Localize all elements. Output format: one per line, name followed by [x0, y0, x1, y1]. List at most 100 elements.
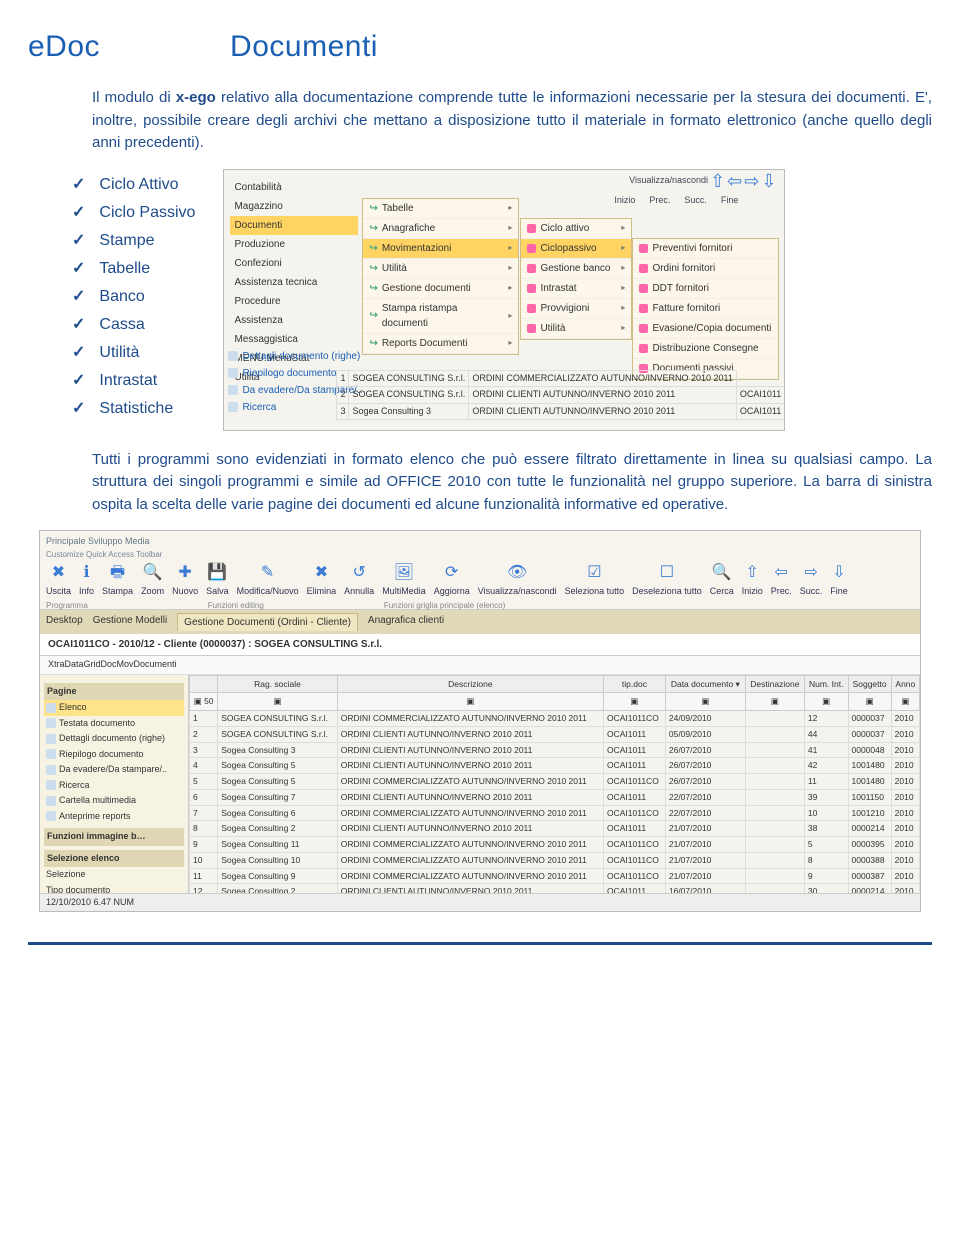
document-tabbar[interactable]: Desktop Gestione Modelli Gestione Document…: [40, 610, 920, 634]
sidebar-item[interactable]: Da evadere/Da stampare/..: [44, 762, 184, 778]
nav-inizio-icon[interactable]: ⇧: [710, 174, 725, 188]
ribbon-button[interactable]: 🖶Stampa: [102, 561, 133, 599]
submenu-item[interactable]: ↪Tabelle: [363, 199, 518, 219]
menu-item[interactable]: Confezioni: [230, 254, 358, 273]
sidebar-item[interactable]: Cartella multimedia: [44, 793, 184, 809]
table-row[interactable]: 8Sogea Consulting 2ORDINI CLIENTI AUTUNN…: [190, 821, 920, 837]
submenu-item[interactable]: DDT fornitori: [633, 279, 778, 299]
column-header[interactable]: Num. Int.: [804, 675, 848, 693]
ribbon-button[interactable]: 🔍Zoom: [141, 561, 164, 599]
table-row[interactable]: 7Sogea Consulting 6ORDINI COMMERCIALIZZA…: [190, 805, 920, 821]
submenu-item[interactable]: Fatture fornitori: [633, 299, 778, 319]
ribbon[interactable]: Principale Sviluppo Media Customize Quic…: [40, 531, 920, 610]
ribbon-button[interactable]: ✚Nuovo: [172, 561, 198, 599]
submenu-item[interactable]: Ordini fornitori: [633, 259, 778, 279]
menu-item[interactable]: Contabilità: [230, 178, 358, 197]
column-header[interactable]: Destinazione: [745, 675, 804, 693]
table-row[interactable]: 11Sogea Consulting 9ORDINI COMMERCIALIZZ…: [190, 868, 920, 884]
tab[interactable]: Gestione Documenti (Ordini - Cliente): [177, 613, 358, 631]
ribbon-button[interactable]: ✖Elimina: [307, 561, 337, 599]
menu-item[interactable]: Magazzino: [230, 197, 358, 216]
submenu-item[interactable]: Evasione/Copia documenti: [633, 319, 778, 339]
ribbon-button[interactable]: ☐Deseleziona tutto: [632, 561, 702, 599]
ribbon-tools[interactable]: ✖UscitaℹInfo🖶Stampa🔍Zoom✚Nuovo💾Salva✎Mod…: [46, 561, 914, 599]
grid-filter-row[interactable]: ▣ 50▣▣▣▣▣▣▣▣: [190, 693, 920, 711]
ribbon-button[interactable]: 🔍Cerca: [710, 561, 734, 599]
table-row[interactable]: 2SOGEA CONSULTING S.r.l.ORDINI CLIENTI A…: [190, 726, 920, 742]
filter-cell[interactable]: ▣: [745, 693, 804, 711]
column-header[interactable]: Soggetto: [848, 675, 891, 693]
submenu-3[interactable]: Preventivi fornitoriOrdini fornitoriDDT …: [632, 238, 779, 380]
menu-item[interactable]: Procedure: [230, 292, 358, 311]
menu-item[interactable]: Documenti: [230, 216, 358, 235]
filter-cell[interactable]: ▣: [848, 693, 891, 711]
column-header[interactable]: Rag. sociale: [218, 675, 338, 693]
sidebar-pages[interactable]: PagineElencoTestata documentoDettagli do…: [40, 675, 189, 913]
ribbon-tabs[interactable]: Principale Sviluppo Media: [46, 535, 914, 549]
submenu-item[interactable]: Distribuzione Consegne: [633, 339, 778, 359]
filter-cell[interactable]: ▣: [337, 693, 603, 711]
ribbon-button[interactable]: ↺Annulla: [344, 561, 374, 599]
table-row[interactable]: 4Sogea Consulting 5ORDINI CLIENTI AUTUNN…: [190, 758, 920, 774]
nav-succ-icon[interactable]: ⇨: [744, 174, 759, 188]
column-header[interactable]: [190, 675, 218, 693]
submenu-1[interactable]: ↪Tabelle↪Anagrafiche↪Movimentazioni↪Util…: [362, 198, 519, 355]
ribbon-button[interactable]: ⇧Inizio: [742, 561, 763, 599]
ribbon-button[interactable]: 🖼MultiMedia: [382, 561, 426, 599]
ribbon-button[interactable]: ⟳Aggiorna: [434, 561, 470, 599]
ribbon-button[interactable]: 👁Visualizza/nascondi: [478, 561, 557, 599]
sidebar-item[interactable]: Dettagli documento (righe): [44, 731, 184, 747]
submenu-item[interactable]: ↪Gestione documenti: [363, 279, 518, 299]
tab[interactable]: Desktop: [46, 613, 83, 631]
table-row[interactable]: 3Sogea Consulting 3ORDINI CLIENTI AUTUNN…: [190, 742, 920, 758]
filter-cell[interactable]: ▣ 50: [190, 693, 218, 711]
submenu-item[interactable]: ↪Movimentazioni: [363, 239, 518, 259]
tab[interactable]: Anagrafica clienti: [368, 613, 444, 631]
menu-item[interactable]: Assistenza tecnica: [230, 273, 358, 292]
menu-item[interactable]: Messaggistica: [230, 330, 358, 349]
ribbon-button[interactable]: ☑Seleziona tutto: [565, 561, 625, 599]
column-header[interactable]: Descrizione: [337, 675, 603, 693]
submenu-item[interactable]: Provvigioni: [521, 299, 631, 319]
sidebar-item[interactable]: Testata documento: [44, 716, 184, 732]
submenu-item[interactable]: Ciclo attivo: [521, 219, 631, 239]
sidebar-section-header[interactable]: Selezione elenco: [44, 850, 184, 868]
filter-cell[interactable]: ▣: [218, 693, 338, 711]
menu-item[interactable]: Produzione: [230, 235, 358, 254]
filter-cell[interactable]: ▣: [604, 693, 666, 711]
table-row[interactable]: 10Sogea Consulting 10ORDINI COMMERCIALIZ…: [190, 852, 920, 868]
table-row[interactable]: 9Sogea Consulting 11ORDINI COMMERCIALIZZ…: [190, 837, 920, 853]
sidebar-item[interactable]: Selezione: [44, 867, 184, 883]
grid-header-row[interactable]: Rag. socialeDescrizionetip.docData docum…: [190, 675, 920, 693]
submenu-item[interactable]: Intrastat: [521, 279, 631, 299]
sidebar-item[interactable]: Ricerca: [44, 778, 184, 794]
grid-body[interactable]: 1SOGEA CONSULTING S.r.l.ORDINI COMMERCIA…: [190, 711, 920, 913]
column-header[interactable]: Anno: [891, 675, 919, 693]
submenu-2[interactable]: Ciclo attivoCiclopassivoGestione bancoIn…: [520, 218, 632, 340]
filter-cell[interactable]: ▣: [891, 693, 919, 711]
table-row[interactable]: 5Sogea Consulting 5ORDINI COMMERCIALIZZA…: [190, 774, 920, 790]
sidebar-item[interactable]: Elenco: [44, 700, 184, 716]
nav-fine-icon[interactable]: ⇩: [761, 174, 776, 188]
filter-cell[interactable]: ▣: [665, 693, 745, 711]
submenu-item[interactable]: ↪Anagrafiche: [363, 219, 518, 239]
ribbon-button[interactable]: ℹInfo: [79, 561, 94, 599]
menu-item[interactable]: Assistenza: [230, 311, 358, 330]
submenu-item[interactable]: ↪Stampa ristampa documenti: [363, 299, 518, 334]
submenu-item[interactable]: Gestione banco: [521, 259, 631, 279]
column-header[interactable]: Data documento ▾: [665, 675, 745, 693]
ribbon-button[interactable]: 💾Salva: [206, 561, 229, 599]
ribbon-button[interactable]: ⇦Prec.: [771, 561, 792, 599]
ribbon-button[interactable]: ✖Uscita: [46, 561, 71, 599]
table-row[interactable]: 1SOGEA CONSULTING S.r.l.ORDINI COMMERCIA…: [190, 711, 920, 727]
sidebar-section-header[interactable]: Pagine: [44, 683, 184, 701]
sidebar-item[interactable]: Anteprime reports: [44, 809, 184, 825]
ribbon-button[interactable]: ⇩Fine: [830, 561, 848, 599]
data-grid[interactable]: Rag. socialeDescrizionetip.docData docum…: [189, 675, 920, 913]
submenu-item[interactable]: ↪Utilità: [363, 259, 518, 279]
tab[interactable]: Gestione Modelli: [93, 613, 167, 631]
filter-cell[interactable]: ▣: [804, 693, 848, 711]
submenu-item[interactable]: Ciclopassivo: [521, 239, 631, 259]
visualizza-label[interactable]: Visualizza/nascondi: [629, 174, 708, 188]
nav-prec-icon[interactable]: ⇦: [727, 174, 742, 188]
